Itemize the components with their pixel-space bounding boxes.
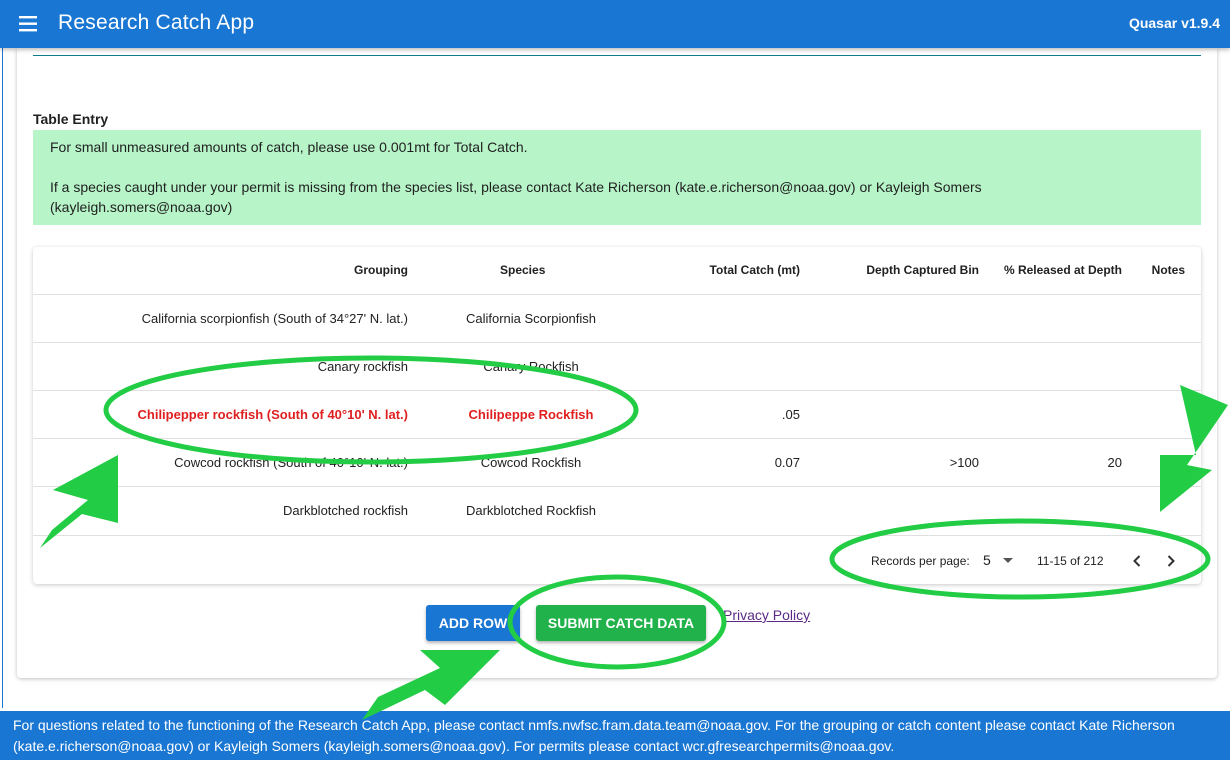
page-footer: For questions related to the functioning… [0, 711, 1230, 760]
cell-species: Chilipeppe Rockfish [468, 407, 594, 422]
cell-total-catch[interactable]: .05 [782, 407, 800, 422]
records-per-page-select[interactable]: 5 [983, 552, 991, 568]
cell-species: Canary Rockfish [483, 359, 579, 374]
cell-species: Darkblotched Rockfish [465, 503, 597, 518]
chevron-left-icon[interactable] [1127, 551, 1147, 571]
catch-table: Grouping Species Total Catch (mt) Depth … [33, 247, 1201, 584]
submit-catch-data-button[interactable]: SUBMIT CATCH DATA [536, 605, 706, 641]
section-title: Table Entry [33, 111, 109, 127]
cell-grouping: Canary rockfish [317, 359, 408, 374]
cell-species: California Scorpionfish [465, 311, 597, 326]
top-divider [33, 55, 1201, 56]
header-species[interactable]: Species [500, 263, 545, 277]
table-row[interactable]: California scorpionfish (South of 34°27'… [33, 294, 1201, 343]
cell-depth-bin[interactable]: >100 [950, 455, 979, 470]
header-depth-bin[interactable]: Depth Captured Bin [866, 263, 979, 277]
app-title: Research Catch App [58, 11, 255, 34]
cell-species: Cowcod Rockfish [480, 455, 582, 470]
page-range: 11-15 of 212 [1037, 554, 1104, 568]
table-pagination: Records per page: 5 11-15 of 212 [33, 535, 1201, 585]
caret-down-icon[interactable] [1003, 558, 1013, 563]
main-card: Table Entry For small unmeasured amounts… [17, 48, 1217, 678]
table-row[interactable]: Canary rockfish Canary Rockfish [33, 342, 1201, 391]
banner-line-2: If a species caught under your permit is… [50, 179, 982, 215]
left-edge-line [2, 48, 3, 708]
cell-grouping: California scorpionfish (South of 34°27'… [141, 311, 408, 326]
header-total-catch[interactable]: Total Catch (mt) [710, 263, 800, 277]
cell-grouping: Cowcod rockfish (South of 40°10' N. lat.… [174, 455, 408, 470]
cell-grouping: Chilipepper rockfish (South of 40°10' N.… [137, 407, 409, 422]
banner-line-1: For small unmeasured amounts of catch, p… [50, 139, 528, 155]
footer-text: For questions related to the functioning… [13, 717, 1175, 754]
cell-released[interactable]: 20 [1108, 455, 1122, 470]
cell-total-catch[interactable]: 0.07 [775, 455, 800, 470]
header-released[interactable]: % Released at Depth [1004, 263, 1122, 277]
table-row[interactable]: Cowcod rockfish (South of 40°10' N. lat.… [33, 438, 1201, 487]
info-banner: For small unmeasured amounts of catch, p… [33, 130, 1201, 225]
header-grouping[interactable]: Grouping [354, 263, 408, 277]
app-bar: Research Catch App Quasar v1.9.4 [0, 0, 1230, 48]
cell-grouping: Darkblotched rockfish [283, 503, 408, 518]
header-notes[interactable]: Notes [1152, 263, 1185, 277]
chevron-right-icon[interactable] [1161, 551, 1181, 571]
menu-icon[interactable] [16, 12, 44, 36]
version-label: Quasar v1.9.4 [1128, 15, 1220, 31]
privacy-policy-link[interactable]: Privacy Policy [723, 607, 810, 623]
table-row[interactable]: Darkblotched rockfish Darkblotched Rockf… [33, 486, 1201, 535]
add-row-button[interactable]: ADD ROW [426, 605, 520, 641]
records-per-page-label: Records per page: [871, 554, 970, 568]
table-row-highlighted[interactable]: Chilipepper rockfish (South of 40°10' N.… [33, 390, 1201, 439]
